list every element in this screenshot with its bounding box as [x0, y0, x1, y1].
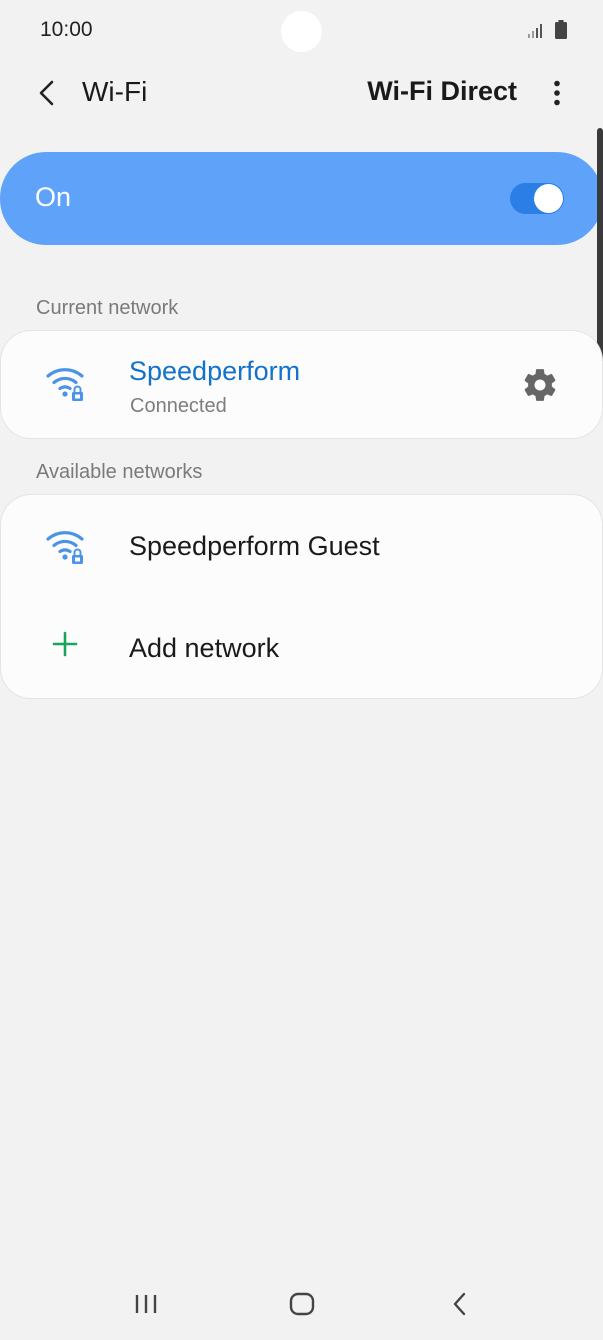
wifi-direct-button[interactable]: Wi-Fi Direct: [367, 76, 517, 107]
wifi-lock-icon: [46, 368, 84, 401]
more-options-button[interactable]: [541, 74, 573, 112]
nav-back-button[interactable]: [438, 1282, 482, 1326]
recent-apps-icon: [135, 1295, 157, 1313]
system-nav-bar: [0, 1270, 603, 1340]
master-switch-label: On: [35, 182, 72, 212]
status-bar: 10:00: [0, 0, 603, 60]
current-network-row[interactable]: Speedperform Connected: [1, 331, 602, 438]
status-time: 10:00: [40, 18, 93, 41]
wifi-master-switch-bar[interactable]: On: [0, 152, 603, 245]
current-network-label: Current network: [36, 297, 179, 319]
page-title: Wi-Fi: [82, 76, 148, 107]
back-button[interactable]: [30, 76, 64, 110]
recent-apps-button[interactable]: [124, 1282, 168, 1326]
toggle-knob: [534, 184, 563, 213]
network-row-speedperform-guest[interactable]: Speedperform Guest: [1, 495, 602, 597]
app-header: Wi-Fi Wi-Fi Direct: [0, 62, 603, 126]
current-network-card: Speedperform Connected: [1, 331, 602, 438]
status-icons: [527, 20, 567, 39]
wifi-lock-icon: [46, 531, 84, 564]
wifi-toggle[interactable]: [510, 183, 564, 214]
available-networks-label: Available networks: [36, 461, 203, 483]
back-icon: [453, 1292, 466, 1316]
available-networks-card: Speedperform Guest Add network: [1, 495, 602, 698]
network-name: Speedperform Guest: [129, 531, 380, 561]
camera-cutout: [281, 11, 322, 52]
wifi-settings-screen: 10:00 Wi-Fi Wi-Fi Direct On Current netw…: [0, 0, 603, 1340]
current-network-name: Speedperform: [129, 356, 301, 386]
plus-icon: [52, 631, 78, 657]
battery-icon: [555, 20, 567, 39]
current-network-status: Connected: [130, 395, 227, 417]
gear-icon[interactable]: [521, 366, 559, 404]
chevron-left-icon: [39, 80, 54, 106]
add-network-button[interactable]: Add network: [1, 597, 602, 698]
add-network-label: Add network: [129, 633, 280, 663]
signal-icon: [528, 24, 542, 38]
home-button[interactable]: [280, 1282, 324, 1326]
more-vertical-icon: [554, 80, 560, 106]
home-icon: [289, 1292, 315, 1316]
